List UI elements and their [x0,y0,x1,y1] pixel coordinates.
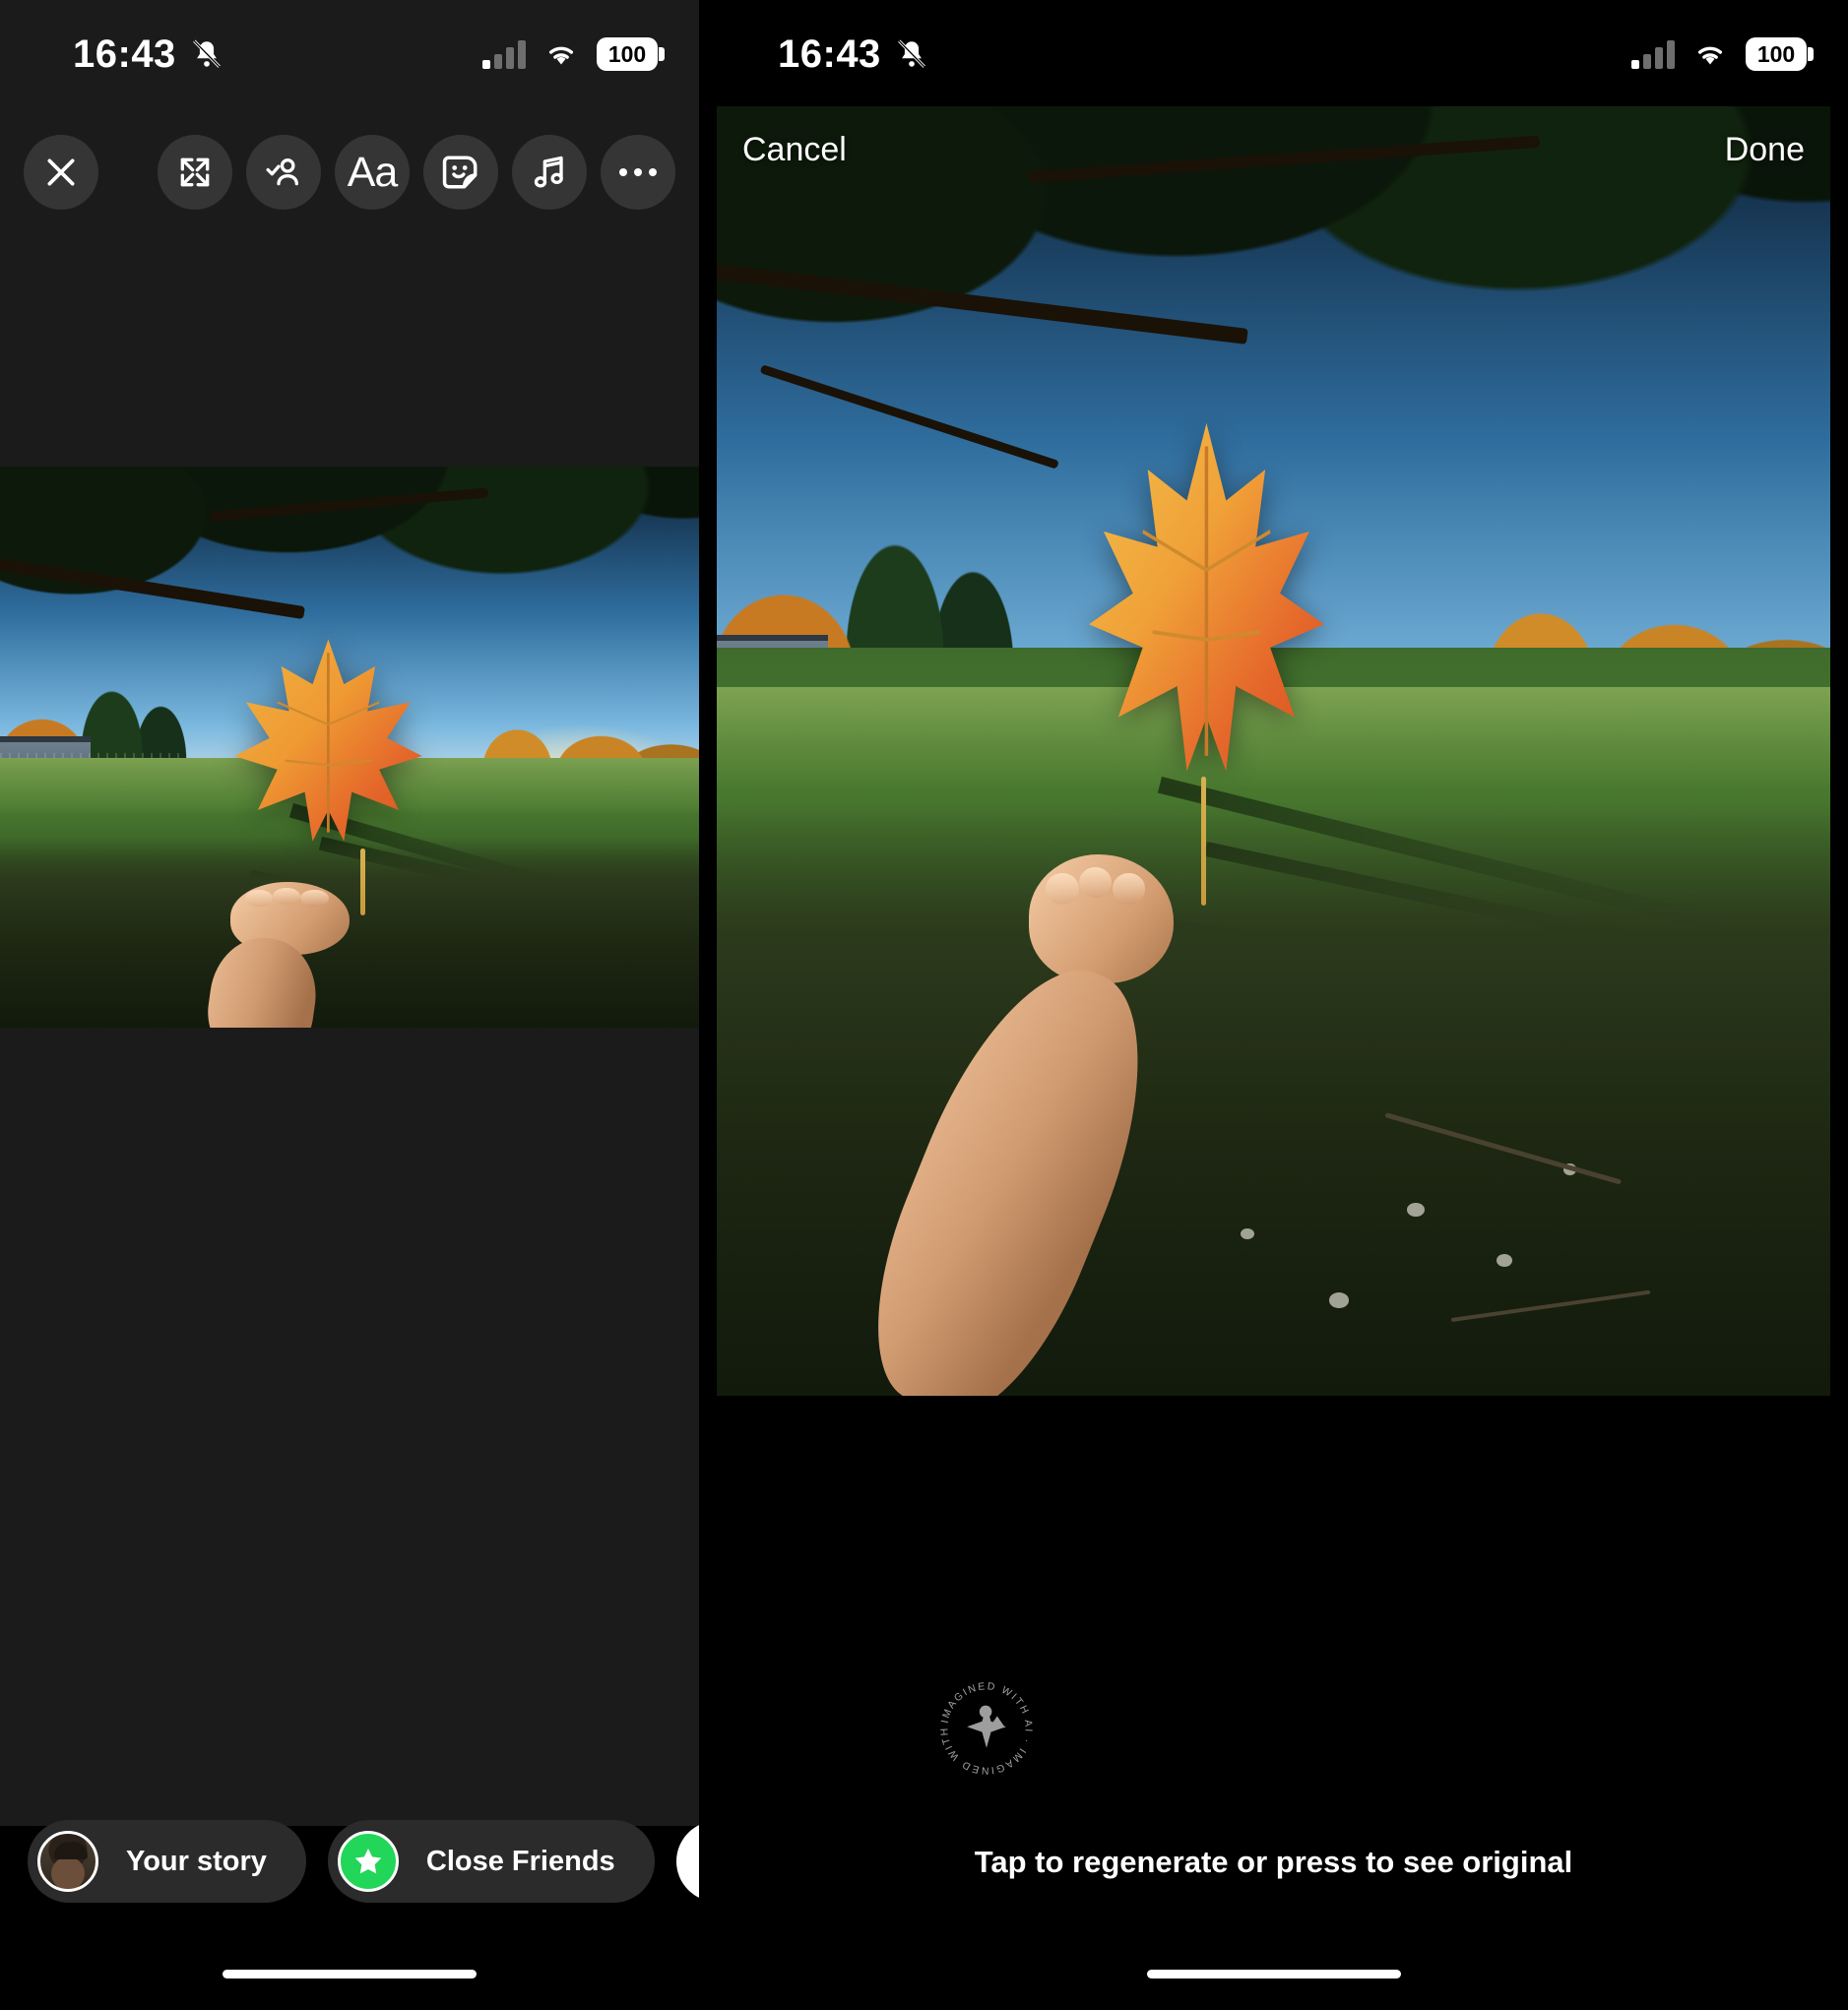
battery-percent: 100 [1756,40,1796,67]
close-friends-button[interactable]: Close Friends [327,1820,655,1903]
status-bar-right-right-group: 100 [1631,37,1814,71]
send-button[interactable] [675,1821,699,1902]
text-aa-icon: Aa [347,148,399,196]
story-share-bar: Your story Close Friends [0,1807,699,1916]
ai-restyle-panel: IMAGINED WITH AI · IMAGINED WITH AI · 16… [699,0,1848,2010]
sticker-button[interactable] [423,135,498,210]
your-story-label: Your story [126,1845,267,1877]
music-button[interactable] [512,135,587,210]
home-indicator-left [223,1970,477,1979]
more-dots-icon [619,168,657,176]
story-editor-toolbar: Aa [0,128,699,217]
expand-arrows-icon [180,157,210,187]
story-editor-panel: 16:43 100 Aa Your story Close Friends [0,0,699,2010]
battery-icon: 100 [1746,37,1814,71]
story-media-original[interactable] [0,467,699,1028]
your-story-button[interactable]: Your story [28,1820,306,1903]
tag-person-icon [266,157,298,186]
done-button[interactable]: Done [1725,131,1805,169]
status-time-right: 16:43 [778,32,881,76]
sticker-smiley-icon [442,156,478,189]
close-x-icon [47,158,75,186]
home-indicator-right [1146,1970,1401,1979]
cancel-button[interactable]: Cancel [742,131,847,169]
phone-screenshot-comparison: 16:43 100 Aa Your story Close Friends IM… [0,0,1848,2010]
text-button[interactable]: Aa [335,135,410,210]
fullscreen-button[interactable] [158,135,232,210]
status-bar-right: 16:43 100 [699,0,1848,108]
tag-people-button[interactable] [246,135,321,210]
avatar [37,1831,98,1892]
wifi-icon [1697,46,1723,65]
more-options-button[interactable] [601,135,675,210]
imagined-with-ai-watermark: IMAGINED WITH AI · IMAGINED WITH AI · [929,1667,1040,1782]
green-star-icon [337,1831,399,1892]
ai-preview-header: Cancel Done [699,113,1848,187]
story-media-ai-generated[interactable] [717,106,1830,1396]
maple-leaf-illustration-ai [1089,423,1325,772]
maple-leaf-illustration [234,639,423,842]
status-bar-right-left-group: 16:43 [778,34,928,74]
close-friends-label: Close Friends [425,1845,615,1877]
bell-muted-icon [897,39,925,68]
close-button[interactable] [24,135,98,210]
music-note-icon [534,156,563,188]
signal-bars-icon [1631,39,1675,69]
regenerate-hint-text: Tap to regenerate or press to see origin… [974,1845,1573,1879]
